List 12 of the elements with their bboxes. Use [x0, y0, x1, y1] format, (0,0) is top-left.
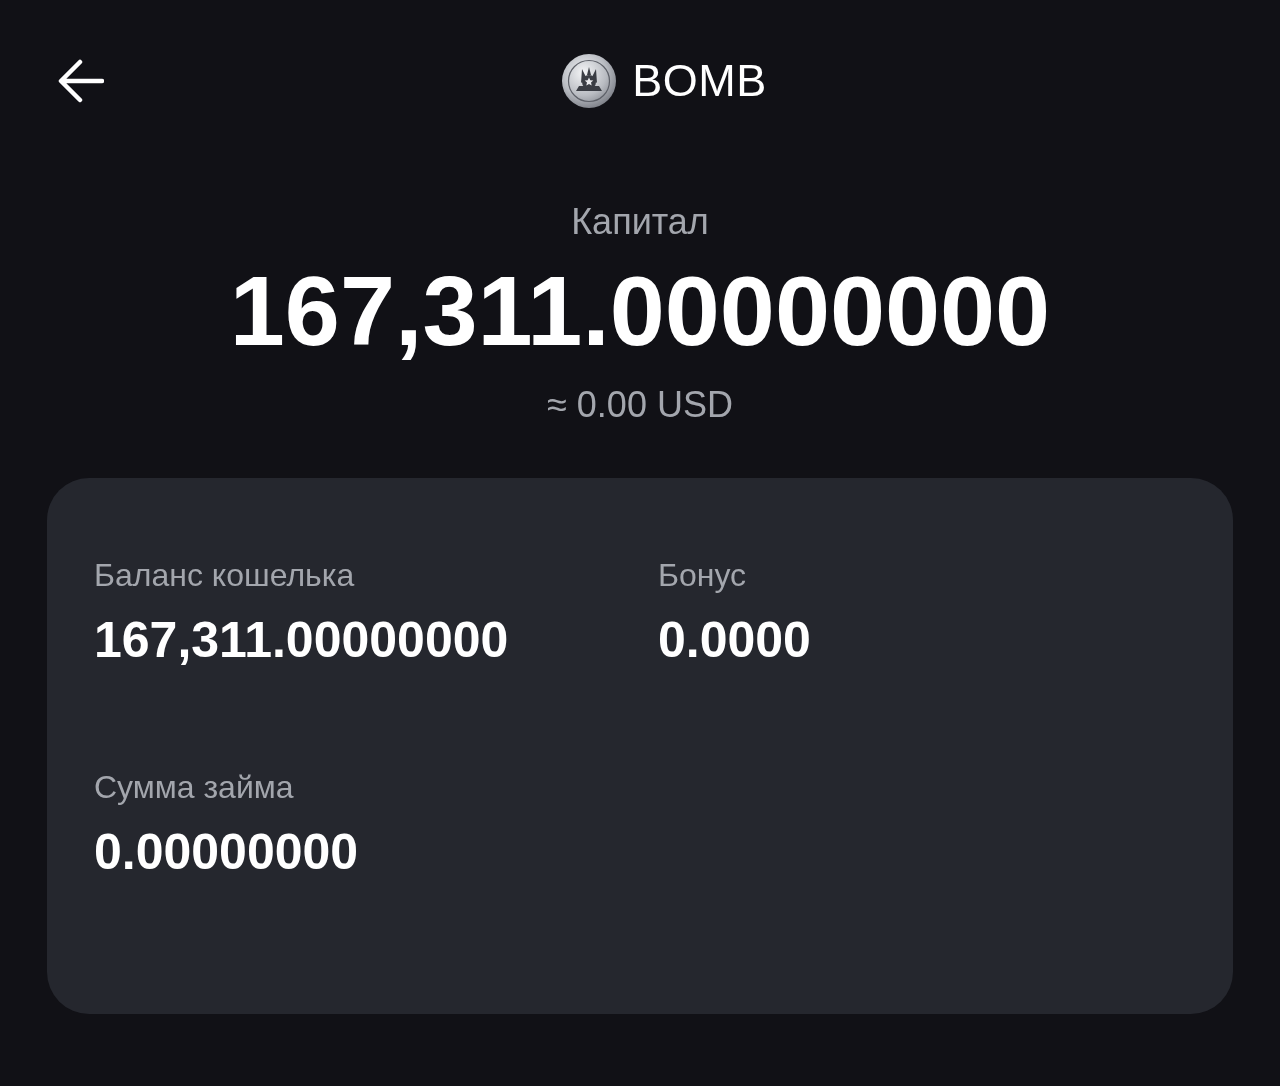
detail-value: 0.0000 [658, 612, 811, 668]
detail-label: Сумма займа [94, 768, 294, 807]
usd-equivalent: ≈ 0.00 USD [547, 383, 733, 427]
capital-amount: 167,311.00000000 [229, 256, 1051, 366]
capital-label: Капитал [571, 200, 709, 244]
back-arrow-icon [58, 58, 104, 104]
coin-icon [562, 54, 617, 108]
token-title: BOMB [632, 54, 767, 108]
detail-value: 167,311.00000000 [94, 612, 509, 668]
detail-label: Бонус [658, 556, 747, 595]
detail-value: 0.00000000 [94, 824, 359, 880]
detail-label: Баланс кошелька [94, 556, 355, 595]
